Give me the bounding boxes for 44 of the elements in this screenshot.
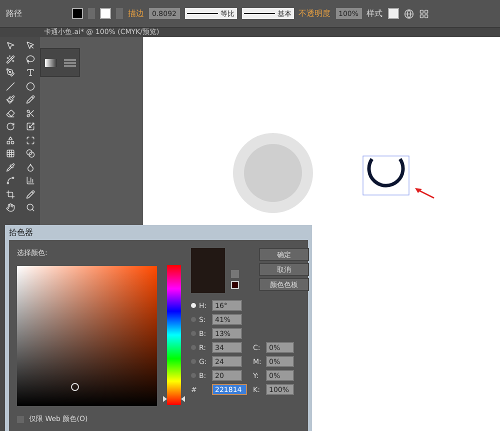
color-preview [191, 248, 225, 293]
artboard-icon[interactable] [6, 190, 14, 199]
stroke-swatch[interactable] [100, 8, 111, 19]
gradient-swatch-icon[interactable] [44, 58, 56, 66]
mesh-icon[interactable] [6, 149, 14, 158]
pen-icon[interactable] [6, 68, 14, 78]
stroke-link[interactable]: 描边 [128, 8, 144, 19]
eyedropper-icon[interactable] [6, 162, 14, 172]
style-swatch[interactable] [388, 8, 399, 19]
rotate-icon[interactable] [6, 122, 14, 132]
hue-slider-thumb[interactable] [163, 396, 185, 402]
blend-icon[interactable] [6, 176, 14, 186]
brush-icon[interactable] [6, 95, 14, 104]
shapes-icon[interactable] [6, 136, 14, 145]
magic-wand-icon[interactable] [6, 54, 14, 64]
style-label: 样式 [366, 8, 383, 19]
globe-icon[interactable] [404, 8, 414, 18]
radio-button[interactable] [191, 303, 196, 308]
pencil-icon[interactable] [26, 95, 34, 104]
object-type: 路径 [6, 8, 22, 19]
color-field[interactable] [17, 266, 157, 406]
warning-swatch-icon[interactable] [231, 281, 239, 289]
scale-icon[interactable] [26, 122, 34, 132]
drop-icon[interactable] [26, 162, 34, 172]
grid-icon[interactable] [418, 8, 429, 18]
picker-ring-icon[interactable] [71, 383, 79, 391]
opacity-link[interactable]: 不透明度 [298, 8, 330, 19]
fill-swatch[interactable] [72, 8, 83, 19]
graph-icon[interactable] [26, 176, 34, 186]
ellipse-icon[interactable] [26, 82, 34, 91]
hand-icon[interactable] [6, 203, 14, 212]
lasso-icon[interactable] [26, 54, 34, 64]
selection-arrow-icon[interactable] [6, 41, 14, 50]
arrow-icon [415, 187, 435, 199]
eraser-icon[interactable] [6, 108, 14, 118]
dialog-title: 拾色器 [8, 227, 34, 239]
scissors-icon[interactable] [26, 108, 34, 118]
line-icon[interactable] [6, 82, 14, 91]
pointer-icon[interactable] [26, 41, 34, 50]
arc-drawing [362, 155, 410, 196]
transform-icon[interactable] [26, 136, 34, 145]
type-icon[interactable] [26, 68, 34, 78]
lines-icon[interactable] [64, 58, 76, 66]
zoom-icon[interactable] [26, 203, 34, 212]
